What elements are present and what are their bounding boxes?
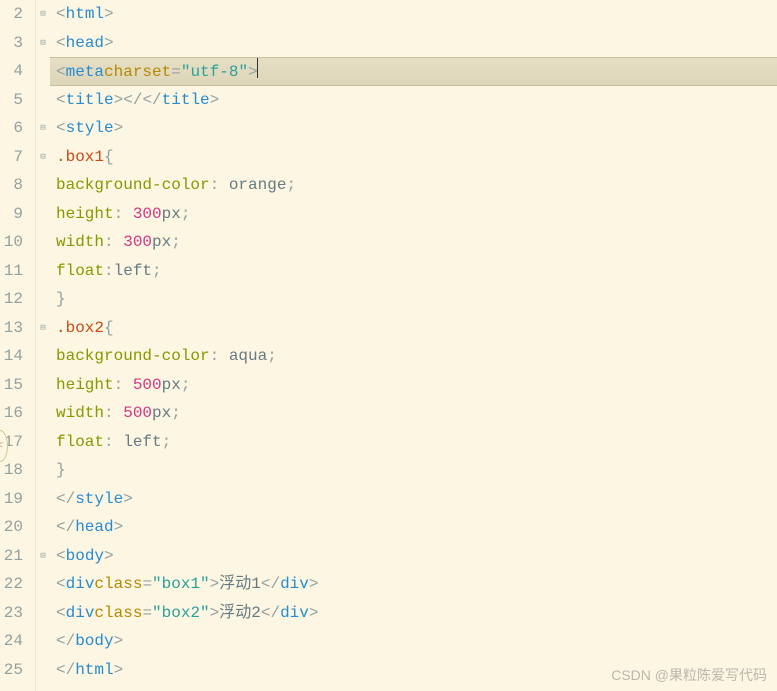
line-number: 21 xyxy=(0,542,27,571)
code-line[interactable]: background-color: orange; xyxy=(50,171,777,200)
fold-marker xyxy=(36,200,50,229)
line-number: 22 xyxy=(0,570,27,599)
code-line[interactable]: } xyxy=(50,285,777,314)
fold-marker xyxy=(36,513,50,542)
code-line[interactable]: background-color: aqua; xyxy=(50,342,777,371)
code-line[interactable]: <div class="box1">浮动1</div> xyxy=(50,570,777,599)
code-line[interactable]: </body> xyxy=(50,627,777,656)
fold-marker xyxy=(36,570,50,599)
watermark-text: CSDN @果粒陈爱写代码 xyxy=(611,665,767,685)
fold-marker xyxy=(36,342,50,371)
code-editor[interactable]: 2345678910111213141516171819202122232425… xyxy=(0,0,777,691)
fold-marker xyxy=(36,456,50,485)
line-number: 19 xyxy=(0,485,27,514)
fold-marker[interactable]: ⊟ xyxy=(36,0,50,29)
code-line[interactable]: <title></</title> xyxy=(50,86,777,115)
fold-marker xyxy=(36,86,50,115)
line-number: 8 xyxy=(0,171,27,200)
line-number: 11 xyxy=(0,257,27,286)
line-number: 16 xyxy=(0,399,27,428)
code-line[interactable]: height: 500px; xyxy=(50,371,777,400)
code-area[interactable]: <html> <head> <meta charset="utf-8"> <ti… xyxy=(50,0,777,691)
fold-marker xyxy=(36,371,50,400)
code-line[interactable]: <body> xyxy=(50,542,777,571)
code-line[interactable]: width: 300px; xyxy=(50,228,777,257)
code-line[interactable]: <div class="box2">浮动2</div> xyxy=(50,599,777,628)
line-number: 12 xyxy=(0,285,27,314)
line-number: 4 xyxy=(0,57,27,86)
fold-marker xyxy=(36,285,50,314)
line-number: 5 xyxy=(0,86,27,115)
fold-marker[interactable]: ⊟ xyxy=(36,542,50,571)
fold-marker[interactable]: ⊟ xyxy=(36,143,50,172)
line-number: 24 xyxy=(0,627,27,656)
line-number: 3 xyxy=(0,29,27,58)
code-line[interactable]: <meta charset="utf-8"> xyxy=(50,57,777,86)
fold-marker[interactable]: ⊟ xyxy=(36,114,50,143)
line-number: 15 xyxy=(0,371,27,400)
chevron-left-icon: < xyxy=(0,441,3,452)
code-line[interactable]: </head> xyxy=(50,513,777,542)
line-number: 10 xyxy=(0,228,27,257)
line-number: 14 xyxy=(0,342,27,371)
line-number: 25 xyxy=(0,656,27,685)
code-line[interactable]: height: 300px; xyxy=(50,200,777,229)
line-number: 18 xyxy=(0,456,27,485)
fold-marker xyxy=(36,627,50,656)
code-line[interactable]: width: 500px; xyxy=(50,399,777,428)
code-line[interactable]: .box1{ xyxy=(50,143,777,172)
line-number: 9 xyxy=(0,200,27,229)
fold-marker xyxy=(36,485,50,514)
fold-marker xyxy=(36,57,50,86)
code-line[interactable]: </style> xyxy=(50,485,777,514)
code-line[interactable]: <style> xyxy=(50,114,777,143)
fold-marker xyxy=(36,228,50,257)
fold-marker xyxy=(36,257,50,286)
fold-marker xyxy=(36,656,50,685)
fold-marker[interactable]: ⊟ xyxy=(36,29,50,58)
fold-marker xyxy=(36,171,50,200)
fold-marker xyxy=(36,428,50,457)
code-line[interactable]: <head> xyxy=(50,29,777,58)
code-line[interactable]: float: left; xyxy=(50,428,777,457)
code-line[interactable]: <html> xyxy=(50,0,777,29)
code-line[interactable]: .box2{ xyxy=(50,314,777,343)
line-number: 6 xyxy=(0,114,27,143)
code-line[interactable]: } xyxy=(50,456,777,485)
fold-column[interactable]: ⊟⊟⊟⊟⊟⊟ xyxy=(36,0,50,691)
fold-marker[interactable]: ⊟ xyxy=(36,314,50,343)
line-number: 7 xyxy=(0,143,27,172)
line-number-gutter: 2345678910111213141516171819202122232425 xyxy=(0,0,36,691)
line-number: 2 xyxy=(0,0,27,29)
code-line[interactable]: float:left; xyxy=(50,257,777,286)
fold-marker xyxy=(36,399,50,428)
line-number: 13 xyxy=(0,314,27,343)
line-number: 20 xyxy=(0,513,27,542)
fold-marker xyxy=(36,599,50,628)
line-number: 23 xyxy=(0,599,27,628)
